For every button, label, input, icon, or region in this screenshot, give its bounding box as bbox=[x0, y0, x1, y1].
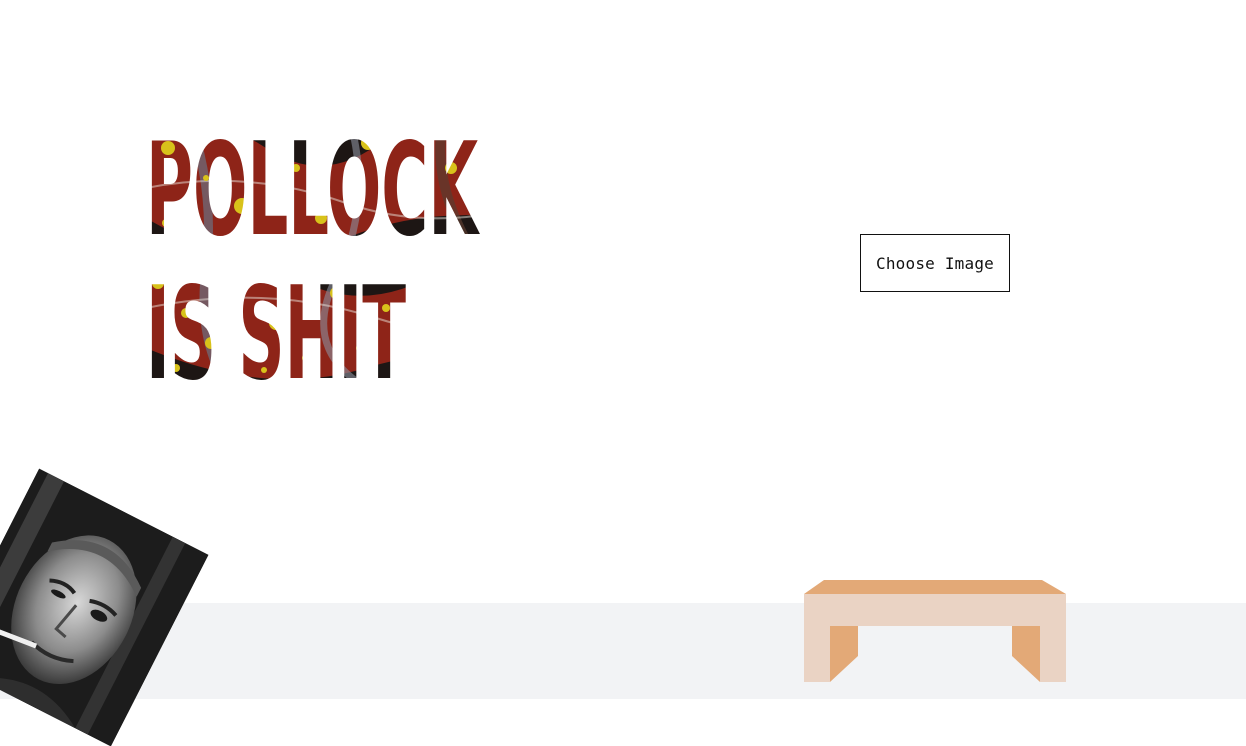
headline: POLLOCK IS SHIT bbox=[146, 108, 566, 398]
choose-image-button[interactable]: Choose Image bbox=[860, 234, 1010, 292]
pollock-portrait bbox=[0, 468, 209, 746]
gallery-bench-icon bbox=[804, 580, 1066, 682]
headline-line-2: IS SHIT bbox=[146, 260, 406, 398]
headline-line-1: POLLOCK bbox=[146, 116, 480, 265]
